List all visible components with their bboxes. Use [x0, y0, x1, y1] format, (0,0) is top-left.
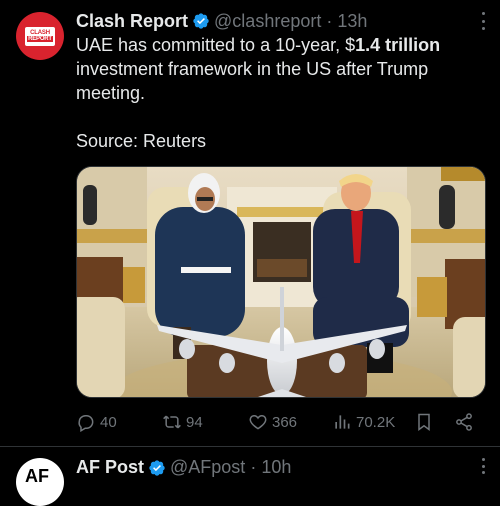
like-count: 366 — [272, 413, 298, 431]
verified-badge-icon — [193, 13, 209, 29]
oval-office-photo — [77, 167, 485, 397]
next-avatar[interactable]: AF — [16, 458, 64, 506]
logo-text-line2: REPORT — [27, 36, 53, 42]
views-count: 70.2K — [356, 413, 396, 431]
separator-dot: · — [326, 10, 333, 31]
author-handle[interactable]: @clashreport — [214, 11, 321, 32]
tweet-actions: 40 94 366 70.2K — [76, 410, 486, 434]
tweet-body: UAE has committed to a 10-year, $1.4 tri… — [76, 33, 486, 105]
next-tweet[interactable]: AF AF Post @AFpost · 10h — [0, 447, 500, 506]
author-name[interactable]: Clash Report — [76, 11, 188, 32]
like-button[interactable]: 366 — [248, 410, 297, 434]
reply-count: 40 — [100, 413, 117, 431]
views-chart-icon — [335, 415, 350, 429]
more-options-icon[interactable] — [480, 12, 486, 30]
bookmark-button[interactable] — [414, 410, 438, 434]
bookmark-icon — [418, 413, 430, 431]
tweet-time[interactable]: 13h — [337, 11, 367, 32]
tweet-header: Clash Report @clashreport · 13h — [76, 9, 484, 33]
text-part-1: UAE has committed to a 10-year, $ — [76, 35, 356, 55]
next-avatar-logo: AF — [25, 466, 49, 486]
next-author-name[interactable]: AF Post — [76, 457, 144, 478]
heart-icon — [249, 414, 267, 430]
retweet-icon — [163, 415, 181, 429]
next-tweet-header: AF Post @AFpost · 10h — [76, 457, 291, 478]
tweet-source: Source: Reuters — [76, 131, 207, 151]
reply-icon — [78, 415, 94, 432]
tweet-text: UAE has committed to a 10-year, $1.4 tri… — [76, 33, 486, 153]
next-tweet-time[interactable]: 10h — [261, 457, 291, 478]
next-separator-dot: · — [250, 457, 257, 477]
views-button[interactable]: 70.2K — [332, 410, 395, 434]
share-icon — [456, 413, 472, 431]
tweet[interactable]: CLASH REPORT Clash Report @clashreport ·… — [0, 0, 500, 445]
retweet-count: 94 — [186, 413, 203, 431]
share-button[interactable] — [454, 410, 478, 434]
retweet-button[interactable]: 94 — [162, 410, 203, 434]
tweet-image[interactable] — [76, 166, 486, 398]
next-author-handle[interactable]: @AFpost — [170, 457, 245, 478]
avatar[interactable]: CLASH REPORT — [16, 12, 64, 60]
reply-button[interactable]: 40 — [76, 410, 117, 434]
text-bold-amount: 1.4 trillion — [355, 35, 441, 55]
clash-report-logo: CLASH REPORT — [25, 26, 55, 46]
next-more-options-icon[interactable] — [480, 458, 486, 474]
text-part-2: investment framework in the US after Tru… — [76, 59, 429, 103]
